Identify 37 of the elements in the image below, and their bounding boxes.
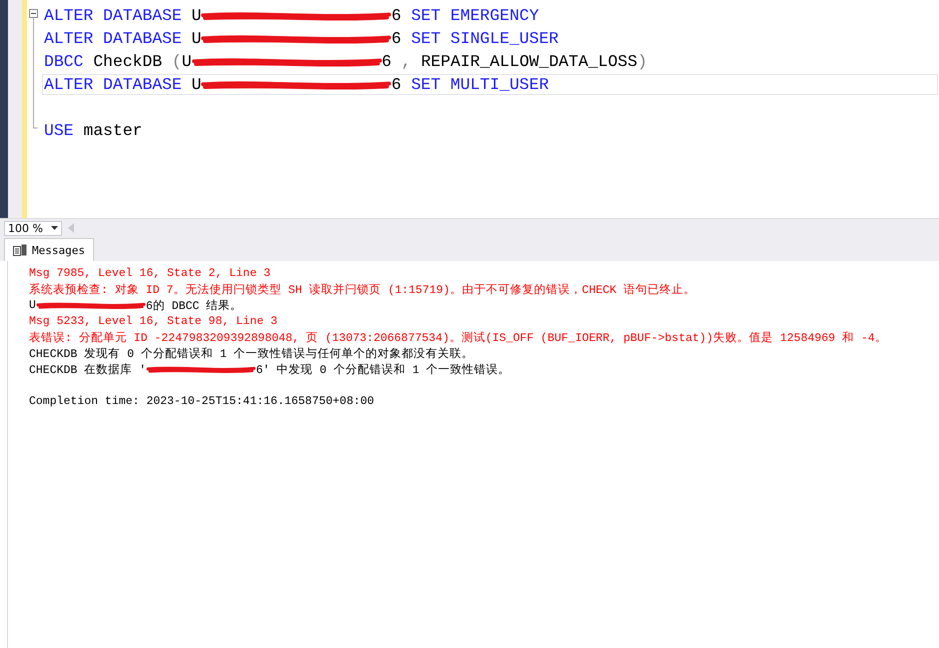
- code-text: USE: [44, 121, 75, 140]
- caret-icon: [51, 226, 58, 230]
- collapse-icon[interactable]: [29, 9, 38, 129]
- zoom-dropdown[interactable]: 100 %: [4, 220, 62, 236]
- code-text: ): [637, 52, 648, 71]
- code-text: ALTER DATABASE: [44, 75, 183, 94]
- message-text: 6' 中发现 0 个分配错误和 1 个一致性错误。: [256, 362, 510, 376]
- code-text: ,: [401, 52, 412, 71]
- message-text: Completion time: 2023-10-25T15:41:16.1658750+08:00: [29, 394, 374, 408]
- code-text: DBCC: [44, 52, 84, 71]
- message-text: CHECKDB 发现有 0 个分配错误和 1 个一致性错误与任何单个的对象都没有关联。: [29, 346, 474, 360]
- message-text: CHECKDB 在数据库 ': [29, 362, 146, 376]
- code-text: SET MULTI_USER: [411, 75, 549, 94]
- message-text: 表错误: 分配单元 ID -2247983209392898048, 页 (13073:2066877534)。测试(IS_OFF (BUF_IOERR, pBUF->bstat))失败。值是 12584969 和 -4。: [29, 330, 887, 344]
- code-text: U: [192, 29, 202, 48]
- message-text: 系统表预检查: 对象 ID 7。无法使用闩锁类型 SH 读取并闩锁页 (1:15719)。由于不可修复的错误，CHECK 语句已终止。: [29, 282, 696, 296]
- code-text: SET EMERGENCY: [411, 6, 539, 25]
- message-text: U: [29, 298, 36, 312]
- code-text: U: [192, 75, 202, 94]
- code-text: master: [83, 121, 142, 140]
- message-text: Msg 5233, Level 16, State 98, Line 3: [29, 314, 278, 328]
- code-text: 6: [391, 29, 402, 48]
- code-text: ALTER DATABASE: [44, 29, 183, 48]
- code-text: U: [182, 52, 192, 71]
- code-text: CheckDB: [93, 52, 164, 71]
- code-text: 6: [382, 52, 392, 71]
- message-text: Msg 7985, Level 16, State 2, Line 3: [29, 266, 271, 280]
- code-text: SET SINGLE_USER: [411, 29, 559, 48]
- messages-tab[interactable]: Messages: [4, 238, 94, 261]
- document-icon: [13, 244, 27, 256]
- code-text: REPAIR_ALLOW_DATA_LOSS: [420, 52, 638, 71]
- message-text: 6的 DBCC 结果。: [146, 298, 242, 312]
- code-text: ALTER DATABASE: [44, 6, 183, 25]
- code-text: U: [192, 6, 202, 25]
- code-text: 6: [391, 6, 402, 25]
- code-text: 6: [391, 75, 402, 94]
- code-text: (: [172, 52, 182, 71]
